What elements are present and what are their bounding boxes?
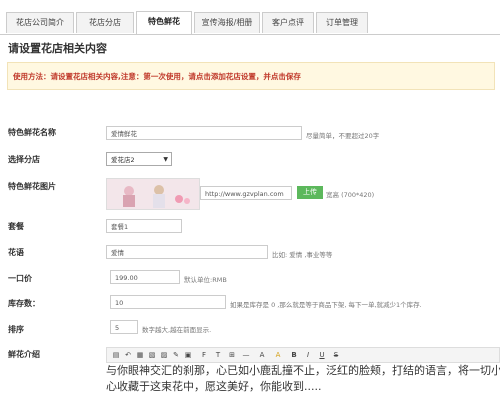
flower-language-input[interactable]: 爱情 — [106, 245, 268, 259]
sort-input[interactable]: 5 — [110, 320, 138, 334]
paste-icon[interactable]: ▦ — [135, 350, 145, 360]
tab-reviews[interactable]: 客户点评 — [262, 12, 314, 33]
image-label: 特色鲜花图片 — [8, 182, 56, 191]
paste-text-icon[interactable]: ▧ — [147, 350, 157, 360]
sort-hint: 数字越大,越在前面显示. — [142, 326, 212, 334]
name-label: 特色鲜花名称 — [8, 128, 56, 137]
price-hint: 默认单位:RMB — [184, 276, 227, 284]
branch-select[interactable]: 爱花店2 ▼ — [106, 152, 172, 166]
underline-icon[interactable]: U — [317, 350, 327, 360]
brush-icon[interactable]: ✎ — [171, 350, 181, 360]
italic-icon[interactable]: I — [303, 350, 313, 360]
tab-company-intro[interactable]: 花店公司简介 — [6, 12, 74, 33]
intro-label: 鲜花介绍 — [8, 350, 40, 359]
name-hint: 尽量简单，不要超过20字 — [306, 132, 380, 140]
intro-line-1: 与你眼神交汇的刹那，心已如小鹿乱撞不止，泛红的脸颊，打结的语言，将一切小 — [106, 364, 500, 377]
package-input[interactable]: 套餐1 — [106, 219, 182, 233]
package-label: 套餐 — [8, 222, 24, 231]
stock-label: 库存数： — [8, 299, 40, 308]
flower-language-hint: 比如: 爱情 ,事业等等 — [272, 251, 333, 259]
stock-hint: 如果是库存是 0 ,那么就是等于商品下架, 每下一单,就减少1个库存. — [230, 301, 422, 309]
flower-language-label: 花语 — [8, 248, 24, 257]
paste-word-icon[interactable]: ▨ — [159, 350, 169, 360]
sort-label: 排序 — [8, 325, 24, 334]
price-input[interactable]: 199.00 — [110, 270, 180, 284]
branch-label: 选择分店 — [8, 155, 40, 164]
intro-line-2: 心收藏于这束花中，愿这美好，你能收到..... — [106, 380, 322, 393]
tab-branches[interactable]: 花店分店 — [76, 12, 134, 33]
source-icon[interactable]: ▤ — [111, 350, 121, 360]
image-icon[interactable]: ▣ — [183, 350, 193, 360]
tab-posters[interactable]: 宣传海报/相册 — [194, 12, 260, 33]
hr-icon[interactable]: — — [241, 350, 251, 360]
editor-toolbar: ▤ ↶ ▦ ▧ ▨ ✎ ▣ F T ⊞ — A A B I U S — [106, 347, 500, 363]
bg-color-icon[interactable]: A — [273, 350, 283, 360]
name-input[interactable]: 爱情鲜花 — [106, 126, 302, 140]
tab-orders[interactable]: 订单管理 — [316, 12, 368, 33]
bold-icon[interactable]: B — [289, 350, 299, 360]
intro-editor[interactable]: 与你眼神交汇的刹那，心已如小鹿乱撞不止，泛红的脸颊，打结的语言，将一切小 心收藏… — [106, 363, 500, 400]
font-size-icon[interactable]: T — [213, 350, 223, 360]
image-size-hint: 宽高 (700*420) — [326, 191, 375, 199]
price-label: 一口价 — [8, 274, 32, 283]
stock-input[interactable]: 10 — [110, 295, 226, 309]
flower-photo-icon — [107, 179, 199, 209]
tab-bar: 花店公司简介 花店分店 特色鲜花 宣传海报/相册 客户点评 订单管理 — [0, 0, 500, 35]
usage-notice: 使用方法：请设置花店相关内容,注意：第一次使用，请点击添加花店设置，并点击保存 — [7, 62, 495, 90]
image-preview — [106, 178, 200, 210]
branch-selected: 爱花店2 — [111, 156, 135, 164]
font-color-icon[interactable]: A — [257, 350, 267, 360]
undo-icon[interactable]: ↶ — [123, 350, 133, 360]
font-family-icon[interactable]: F — [199, 350, 209, 360]
page-title: 请设置花店相关内容 — [8, 42, 107, 55]
chevron-down-icon: ▼ — [163, 156, 168, 163]
tab-featured-flowers[interactable]: 特色鲜花 — [136, 11, 192, 34]
image-url-input[interactable]: http://www.gzvplan.com — [200, 186, 292, 200]
insert-table-icon[interactable]: ⊞ — [227, 350, 237, 360]
upload-button[interactable]: 上传 — [297, 186, 323, 199]
strike-icon[interactable]: S — [331, 350, 341, 360]
usage-text: 使用方法：请设置花店相关内容,注意：第一次使用，请点击添加花店设置，并点击保存 — [13, 72, 301, 81]
